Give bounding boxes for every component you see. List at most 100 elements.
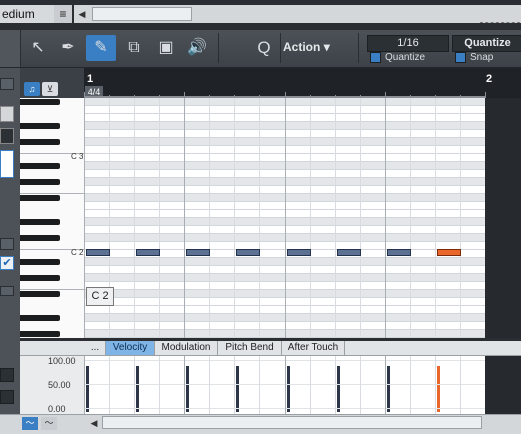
ruler-bar-2: 2 <box>486 73 493 85</box>
tab-velocity[interactable]: Velocity <box>106 341 155 355</box>
midi-note[interactable] <box>337 249 361 256</box>
top-scrollbar[interactable]: ◀ <box>74 5 521 23</box>
velocity-bar[interactable] <box>86 366 89 412</box>
black-key[interactable] <box>20 195 60 201</box>
quantize-toggle-icon <box>370 52 381 63</box>
hamburger-icon[interactable]: ≡ <box>54 5 72 23</box>
velocity-bar[interactable] <box>437 366 440 412</box>
action-menu-button[interactable]: Action ▾ <box>283 36 351 58</box>
mute-tool-icon[interactable]: ▣ <box>152 35 180 61</box>
velocity-vertical-line <box>285 356 286 414</box>
black-key[interactable] <box>20 331 60 337</box>
speaker-tool-icon[interactable]: 🔊 <box>183 35 211 61</box>
grid-vertical-line <box>84 98 85 338</box>
arrow-tool-icon[interactable]: ↖ <box>24 35 52 61</box>
key-label-c2: C 2 <box>71 248 84 257</box>
tab-after-touch[interactable]: After Touch <box>282 341 345 355</box>
velocity-bar[interactable] <box>337 366 340 412</box>
inspector-button[interactable] <box>0 286 14 296</box>
velocity-vertical-line <box>360 356 361 414</box>
black-key[interactable] <box>20 99 60 105</box>
pitch-tooltip: C 2 <box>86 287 114 306</box>
scroll-left-arrow-icon[interactable]: ◀ <box>74 5 90 23</box>
inspector-button[interactable] <box>0 368 14 382</box>
grid-vertical-line <box>360 98 361 338</box>
grid-vertical-line <box>410 98 411 338</box>
inspector-color-swatch[interactable] <box>0 150 14 178</box>
grid-vertical-line <box>159 98 160 338</box>
midi-note[interactable] <box>186 249 210 256</box>
tab-pitch-bend[interactable]: Pitch Bend <box>218 341 282 355</box>
tab-more[interactable]: ... <box>85 341 106 355</box>
velocity-axis-label: 50.00 <box>48 380 71 390</box>
quantize-button[interactable]: Quantize <box>452 35 521 52</box>
quantize-toggle[interactable]: Quantize <box>367 52 447 64</box>
timeline-ruler[interactable] <box>84 68 521 98</box>
midi-note[interactable] <box>136 249 160 256</box>
black-key[interactable] <box>20 235 60 241</box>
black-key[interactable] <box>20 163 60 169</box>
midi-note[interactable] <box>86 249 110 256</box>
midi-note[interactable] <box>387 249 411 256</box>
scroll-left-arrow-icon[interactable]: ◀ <box>88 417 100 430</box>
black-key[interactable] <box>20 219 60 225</box>
velocity-bar[interactable] <box>186 366 189 412</box>
black-key[interactable] <box>20 179 60 185</box>
grid-vertical-line <box>184 98 185 338</box>
top-scroll-thumb[interactable] <box>92 7 192 21</box>
grid-vertical-line <box>259 98 260 338</box>
inspector-button[interactable] <box>0 390 14 404</box>
toolbar-separator <box>280 33 281 63</box>
keyboard-mode-icon[interactable]: ♫ <box>24 82 40 96</box>
draw-tool-icon[interactable]: ✎ <box>86 35 116 61</box>
grid-vertical-line <box>335 98 336 338</box>
note-grid[interactable] <box>84 98 485 338</box>
velocity-vertical-line <box>435 356 436 414</box>
black-key[interactable] <box>20 291 60 297</box>
black-key[interactable] <box>20 139 60 145</box>
black-key[interactable] <box>20 123 60 129</box>
black-key[interactable] <box>20 275 60 281</box>
velocity-vertical-line <box>134 356 135 414</box>
black-key[interactable] <box>20 259 60 265</box>
action-label: Action <box>283 40 321 54</box>
range-tool-icon[interactable]: ⧉ <box>120 35 148 61</box>
arrangement-track-label[interactable]: edium <box>0 5 58 23</box>
grid-vertical-line <box>310 98 311 338</box>
velocity-bar[interactable] <box>287 366 290 412</box>
quantize-value-field[interactable]: 1/16 <box>367 35 449 52</box>
keyboard-audition-icon[interactable]: ⊻ <box>42 82 58 96</box>
velocity-lane[interactable] <box>84 356 485 414</box>
horizontal-scroll-thumb[interactable] <box>102 416 482 429</box>
inspector-button[interactable] <box>0 128 14 144</box>
eyedropper-tool-icon[interactable]: ✒ <box>54 35 82 61</box>
velocity-bar[interactable] <box>387 366 390 412</box>
curve-icon[interactable]: 〜 <box>22 417 38 430</box>
quantize-q-button[interactable]: Q <box>250 35 278 61</box>
tab-modulation[interactable]: Modulation <box>155 341 218 355</box>
black-key[interactable] <box>20 315 60 321</box>
velocity-axis-label: 0.00 <box>48 404 66 414</box>
velocity-bar[interactable] <box>236 366 239 412</box>
velocity-vertical-line <box>460 356 461 414</box>
velocity-bar[interactable] <box>136 366 139 412</box>
inspector-button[interactable] <box>0 106 14 122</box>
velocity-vertical-line <box>109 356 110 414</box>
grid-vertical-line <box>435 98 436 338</box>
toolbar-separator <box>358 33 359 63</box>
inspector-button[interactable] <box>0 238 14 250</box>
inspector-collapse-button[interactable] <box>0 78 14 90</box>
curve-alt-icon[interactable]: 〜 <box>41 417 57 430</box>
snap-toggle[interactable]: Snap <box>452 52 521 64</box>
piano-keyboard[interactable] <box>20 98 84 338</box>
velocity-vertical-line <box>310 356 311 414</box>
inspector-checkbox[interactable]: ✔ <box>0 256 14 270</box>
white-key-divider <box>20 186 84 194</box>
chevron-down-icon: ▾ <box>323 40 330 54</box>
resize-grip[interactable] <box>480 22 520 29</box>
velocity-vertical-line <box>259 356 260 414</box>
velocity-vertical-line <box>209 356 210 414</box>
midi-note[interactable] <box>287 249 311 256</box>
midi-note[interactable] <box>437 249 461 256</box>
midi-note[interactable] <box>236 249 260 256</box>
